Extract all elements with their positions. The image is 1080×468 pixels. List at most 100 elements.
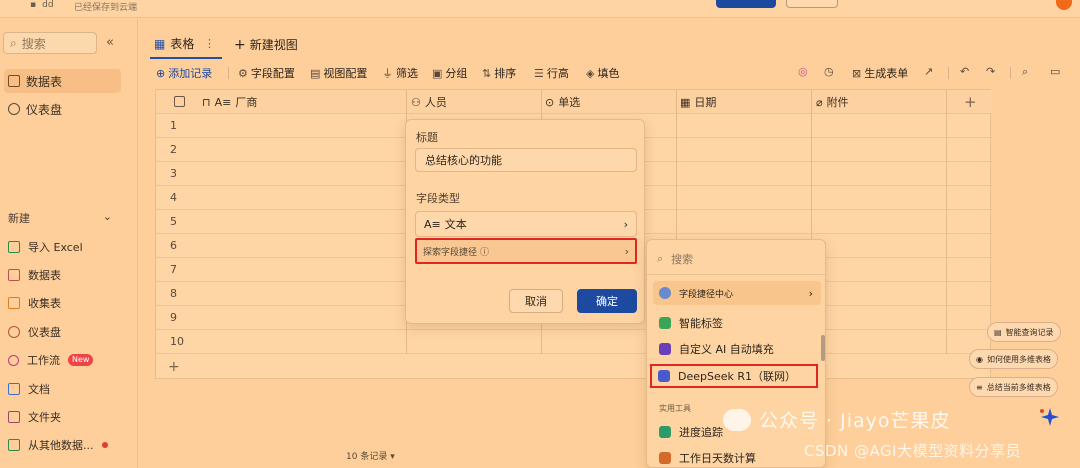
summarize-pill[interactable]: ≡ 总结当前多维表格	[969, 377, 1058, 397]
how-to-pill[interactable]: ◉ 如何使用多维表格	[969, 349, 1058, 369]
add-circle-icon: ⊕	[156, 66, 166, 80]
field-shortcut-menu: ⌕ 搜索 字段捷径中心 › 智能标签 自定义 AI 自动填充 DeepSeek …	[646, 239, 826, 468]
new-form[interactable]: 收集表	[8, 292, 61, 314]
new-import-other[interactable]: 从其他数据...	[8, 434, 108, 456]
share-icon-button[interactable]: ↗	[924, 65, 933, 78]
text-field-icon: A≡	[424, 217, 441, 231]
calendar-icon: ▦	[680, 95, 691, 109]
new-view-label: 新建视图	[249, 38, 298, 52]
watermark-wechat: 公众号 · Jiayo芒果皮	[723, 406, 951, 433]
divider	[948, 67, 949, 79]
workday-icon	[659, 452, 671, 464]
record-count[interactable]: 10 条记录 ▾	[346, 449, 395, 462]
tab-grid-view[interactable]: ▦ 表格	[154, 35, 194, 52]
column-header-attachment[interactable]: ⌀ 附件	[816, 90, 849, 114]
create-form-button[interactable]: ⊠ 生成表单	[852, 65, 908, 81]
undo-button[interactable]: ↶	[960, 65, 969, 78]
sort-label: 排序	[494, 67, 517, 80]
new-workflow[interactable]: 工作流 New	[8, 349, 94, 371]
menu-item-label: DeepSeek R1（联网）	[678, 370, 797, 383]
ai-assistant-button[interactable]: ◎	[798, 65, 808, 78]
view-config-button[interactable]: ▤ 视图配置	[310, 65, 367, 81]
comment-button[interactable]: ▭	[1050, 65, 1060, 78]
menu-item-deepseek[interactable]: DeepSeek R1（联网）	[650, 364, 818, 388]
form-icon	[8, 297, 20, 309]
add-row-icon[interactable]: +	[168, 359, 180, 375]
menu-search[interactable]: ⌕ 搜索	[657, 251, 693, 267]
column-header-date[interactable]: ▦ 日期	[680, 90, 716, 114]
section-title-tools: 实用工具	[659, 404, 691, 413]
search-records-button[interactable]: ⌕	[1022, 65, 1028, 79]
menu-search-input[interactable]: 搜索	[671, 251, 693, 267]
pill-label: 总结当前多维表格	[986, 382, 1051, 392]
new-folder[interactable]: 文件夹	[8, 406, 61, 428]
history-button[interactable]: ◷	[824, 65, 834, 78]
fill-color-button[interactable]: ◈ 填色	[586, 65, 619, 81]
add-column-icon[interactable]: +	[964, 93, 977, 111]
share-button[interactable]	[716, 0, 776, 8]
menu-item-smart-tag[interactable]: 智能标签	[653, 311, 821, 335]
sidebar: ⌕ 搜索 « 数据表 仪表盘 新建 ⌄ 导入 Excel 数据表 收集表 仪表盘…	[0, 19, 138, 468]
menu-scrollbar[interactable]	[821, 335, 825, 361]
title-input[interactable]: 总结核心的功能	[415, 148, 637, 172]
select-all-checkbox[interactable]	[174, 96, 185, 107]
menu-item-workdays[interactable]: 工作日天数计算	[653, 446, 821, 467]
new-section-header[interactable]: 新建 ⌄	[8, 210, 112, 226]
shortcut-hub-item[interactable]: 字段捷径中心 ›	[653, 281, 821, 305]
table-row[interactable]: 10	[156, 330, 992, 354]
help-icon: ◉	[976, 354, 983, 364]
search-list-icon: ⌕	[1022, 65, 1029, 78]
breadcrumb[interactable]: ▪ dd	[30, 0, 54, 10]
plus-icon: +	[234, 36, 246, 53]
caret-down-icon: ▾	[390, 452, 395, 462]
smart-query-pill[interactable]: ▤ 智能查询记录	[987, 322, 1061, 342]
sidebar-item-datatable[interactable]: 数据表	[4, 69, 121, 93]
text-field-icon: A≡	[214, 95, 232, 109]
query-icon: ▤	[994, 327, 1002, 337]
view-config-icon: ▤	[310, 66, 321, 80]
pill-label: 如何使用多维表格	[986, 354, 1051, 364]
smart-tag-icon	[659, 317, 671, 329]
lock-icon: ⊓	[202, 95, 211, 109]
field-config-button[interactable]: ⚙ 字段配置	[238, 65, 295, 81]
filter-button[interactable]: ⏚ 筛选	[382, 65, 418, 81]
column-header-vendor[interactable]: ⊓ A≡ 厂商	[202, 90, 257, 114]
column-header-single-select[interactable]: ⊙ 单选	[545, 90, 580, 114]
table-icon	[8, 269, 20, 281]
sidebar-item-dashboard[interactable]: 仪表盘	[4, 97, 121, 121]
tab-more-icon[interactable]: ⋮	[204, 37, 215, 50]
redo-button[interactable]: ↷	[986, 65, 995, 78]
menu-item-custom-ai[interactable]: 自定义 AI 自动填充	[653, 337, 821, 361]
row-height-button[interactable]: ☰ 行高	[534, 65, 569, 81]
new-dashboard[interactable]: 仪表盘	[8, 321, 61, 343]
explore-field-shortcuts[interactable]: 探索字段捷径 ⓘ ›	[415, 238, 637, 264]
row-number: 5	[170, 215, 177, 228]
row-number: 10	[170, 335, 184, 348]
new-import-excel[interactable]: 导入 Excel	[8, 236, 83, 258]
avatar[interactable]	[1056, 0, 1072, 10]
new-datatable[interactable]: 数据表	[8, 264, 61, 286]
new-item-label: 文档	[28, 383, 50, 396]
cancel-button[interactable]: 取消	[509, 289, 563, 313]
view-config-label: 视图配置	[323, 67, 368, 80]
more-button[interactable]	[786, 0, 838, 8]
column-header-person[interactable]: ⚇ 人员	[411, 90, 447, 114]
ai-sparkle-fab-icon[interactable]	[1036, 406, 1064, 428]
confirm-button[interactable]: 确定	[577, 289, 637, 313]
column-divider	[946, 90, 947, 354]
new-item-label: 数据表	[28, 269, 61, 282]
summary-icon: ≡	[976, 382, 983, 392]
group-button[interactable]: ▣ 分组	[432, 65, 467, 81]
new-doc[interactable]: 文档	[8, 378, 50, 400]
collapse-sidebar-icon[interactable]: «	[106, 35, 114, 50]
field-type-select[interactable]: A≡ 文本 ›	[415, 211, 637, 237]
search-input[interactable]: 搜索	[22, 35, 46, 52]
explore-label: 探索字段捷径	[423, 247, 478, 258]
workflow-icon	[8, 354, 19, 366]
dashboard-icon	[8, 326, 20, 338]
new-view-button[interactable]: + 新建视图	[234, 36, 298, 53]
add-record-button[interactable]: ⊕ 添加记录	[156, 65, 212, 81]
sort-button[interactable]: ⇅ 排序	[482, 65, 516, 81]
row-height-icon: ☰	[534, 66, 544, 80]
sidebar-search[interactable]: ⌕ 搜索	[3, 32, 97, 54]
